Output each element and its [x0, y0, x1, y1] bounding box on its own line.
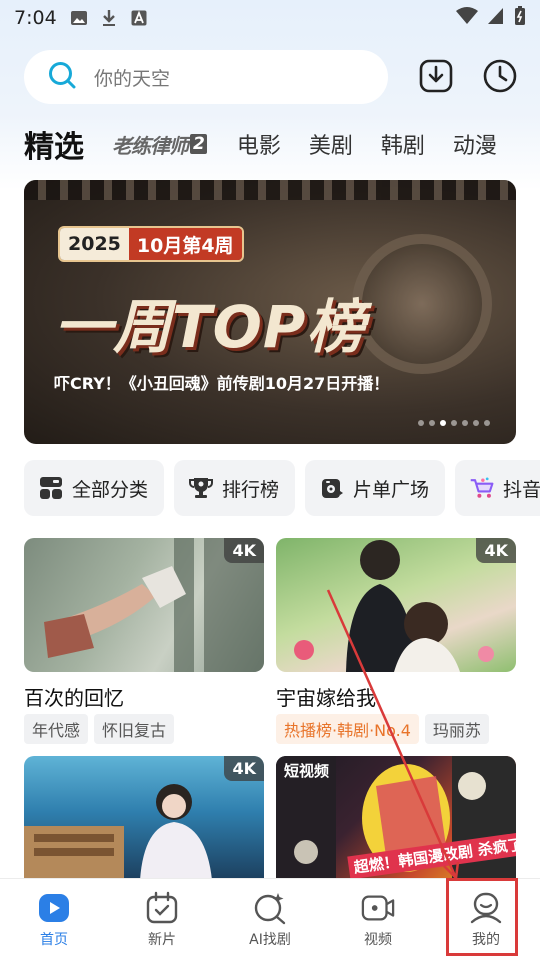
film-strip-top [24, 180, 516, 200]
content-card[interactable]: 4K 宇宙嫁给我 热播榜·韩剧·No.4 玛丽苏 [276, 538, 516, 744]
gallery-icon [69, 8, 89, 28]
notification-a-icon [129, 8, 149, 28]
status-bar: 7:04 [0, 0, 540, 36]
download-button[interactable] [416, 56, 456, 96]
carousel-dot[interactable] [484, 420, 490, 426]
nav-label: 视频 [364, 931, 392, 948]
category-tabs: 精选 老练律师 2 电影 美剧 韩剧 动漫 [24, 118, 540, 170]
tab-featured[interactable]: 精选 [24, 122, 84, 166]
banner-title: 一周TOP榜 [54, 293, 366, 361]
banner-year: 2025 [60, 228, 129, 260]
chip-douyin[interactable]: 抖音 [455, 460, 540, 516]
signal-icon [488, 7, 504, 30]
carousel-dot[interactable] [429, 420, 435, 426]
status-right [456, 5, 526, 31]
chip-all-categories[interactable]: 全部分类 [24, 460, 165, 516]
badge-4k: 4K [224, 538, 264, 563]
banner-week-badge: 2025 10月第4周 [58, 226, 244, 262]
tag[interactable]: 年代感 [24, 714, 89, 744]
tab-movies[interactable]: 电影 [237, 128, 281, 160]
carousel-dot[interactable] [451, 420, 457, 426]
chip-rankings[interactable]: 排行榜 [174, 460, 296, 516]
nav-ai-search[interactable]: AI找剧 [216, 879, 324, 960]
card-title: 百次的回忆 [24, 686, 124, 710]
home-play-icon [37, 891, 71, 925]
quick-categories: 全部分类 排行榜 片单广场 抖音 [24, 460, 540, 516]
tab-anime[interactable]: 动漫 [453, 128, 497, 160]
banner-subtitle: 吓CRY！《小丑回魂》前传剧10月27日开播！ [54, 374, 390, 393]
calendar-icon [145, 891, 179, 925]
grid-icon [38, 475, 64, 501]
card-thumbnail: 4K [24, 538, 264, 672]
carousel-dot[interactable] [418, 420, 424, 426]
chip-label: 排行榜 [222, 478, 280, 501]
film-reel-graphic [352, 234, 492, 374]
annotation-highlight-box [446, 878, 518, 956]
content-card[interactable]: 4K 百次的回忆 年代感 怀旧复古 [24, 538, 264, 744]
chip-playlist-square[interactable]: 片单广场 [305, 460, 446, 516]
video-icon [361, 891, 395, 925]
clock-icon [483, 59, 517, 93]
short-video-label: 短视频 [284, 762, 330, 780]
banner-week: 10月第4周 [128, 228, 242, 260]
search-placeholder: 你的天空 [94, 67, 171, 90]
tab-show-logo[interactable]: 老练律师 2 [112, 130, 207, 159]
tag[interactable]: 玛丽苏 [424, 714, 489, 744]
nav-video[interactable]: 视频 [324, 879, 432, 960]
carousel-dot[interactable] [473, 420, 479, 426]
card-tags: 年代感 怀旧复古 [24, 714, 264, 744]
download-status-icon [99, 8, 119, 28]
wifi-icon [456, 6, 478, 30]
card-thumbnail: 4K [276, 538, 516, 672]
nav-new-releases[interactable]: 新片 [108, 879, 216, 960]
tab-us-drama[interactable]: 美剧 [309, 128, 353, 160]
search-row: 你的天空 [24, 50, 524, 104]
card-thumbnail: 4K [24, 756, 264, 880]
top-banner[interactable]: 2025 10月第4周 一周TOP榜 吓CRY！《小丑回魂》前传剧10月27日开… [24, 180, 516, 444]
playlist-icon [319, 475, 345, 501]
nav-home[interactable]: 首页 [0, 879, 108, 960]
ai-search-icon [253, 891, 287, 925]
history-button[interactable] [480, 56, 520, 96]
tab-show-logo-text: 老练律师 [112, 133, 189, 158]
battery-icon [514, 5, 526, 31]
carousel-dot[interactable] [440, 420, 446, 426]
badge-4k: 4K [224, 756, 264, 781]
content-card[interactable]: 4K [24, 756, 264, 880]
carousel-dot[interactable] [462, 420, 468, 426]
card-title: 宇宙嫁给我 [276, 686, 376, 710]
content-card[interactable]: 短视频 超燃！韩国漫改剧 杀疯了 [276, 756, 516, 880]
badge-4k: 4K [476, 538, 516, 563]
chip-label: 片单广场 [353, 478, 430, 501]
shopping-cart-icon [469, 475, 495, 501]
nav-label: AI找剧 [249, 931, 291, 948]
search-input[interactable]: 你的天空 [24, 50, 388, 104]
chip-label: 全部分类 [72, 478, 149, 501]
chip-label: 抖音 [503, 478, 540, 501]
status-time: 7:04 [14, 7, 57, 29]
tag[interactable]: 怀旧复古 [94, 714, 175, 744]
trophy-icon [188, 475, 214, 501]
search-icon [48, 61, 76, 93]
nav-label: 首页 [40, 931, 68, 948]
hot-rank-tag[interactable]: 热播榜·韩剧·No.4 [276, 714, 419, 744]
tab-k-drama[interactable]: 韩剧 [381, 128, 425, 160]
card-thumbnail: 短视频 超燃！韩国漫改剧 杀疯了 [276, 756, 516, 880]
carousel-dots [418, 420, 490, 426]
tab-show-logo-num: 2 [190, 134, 207, 154]
card-tags: 热播榜·韩剧·No.4 玛丽苏 [276, 714, 516, 744]
nav-label: 新片 [148, 931, 176, 948]
download-icon [419, 59, 453, 93]
